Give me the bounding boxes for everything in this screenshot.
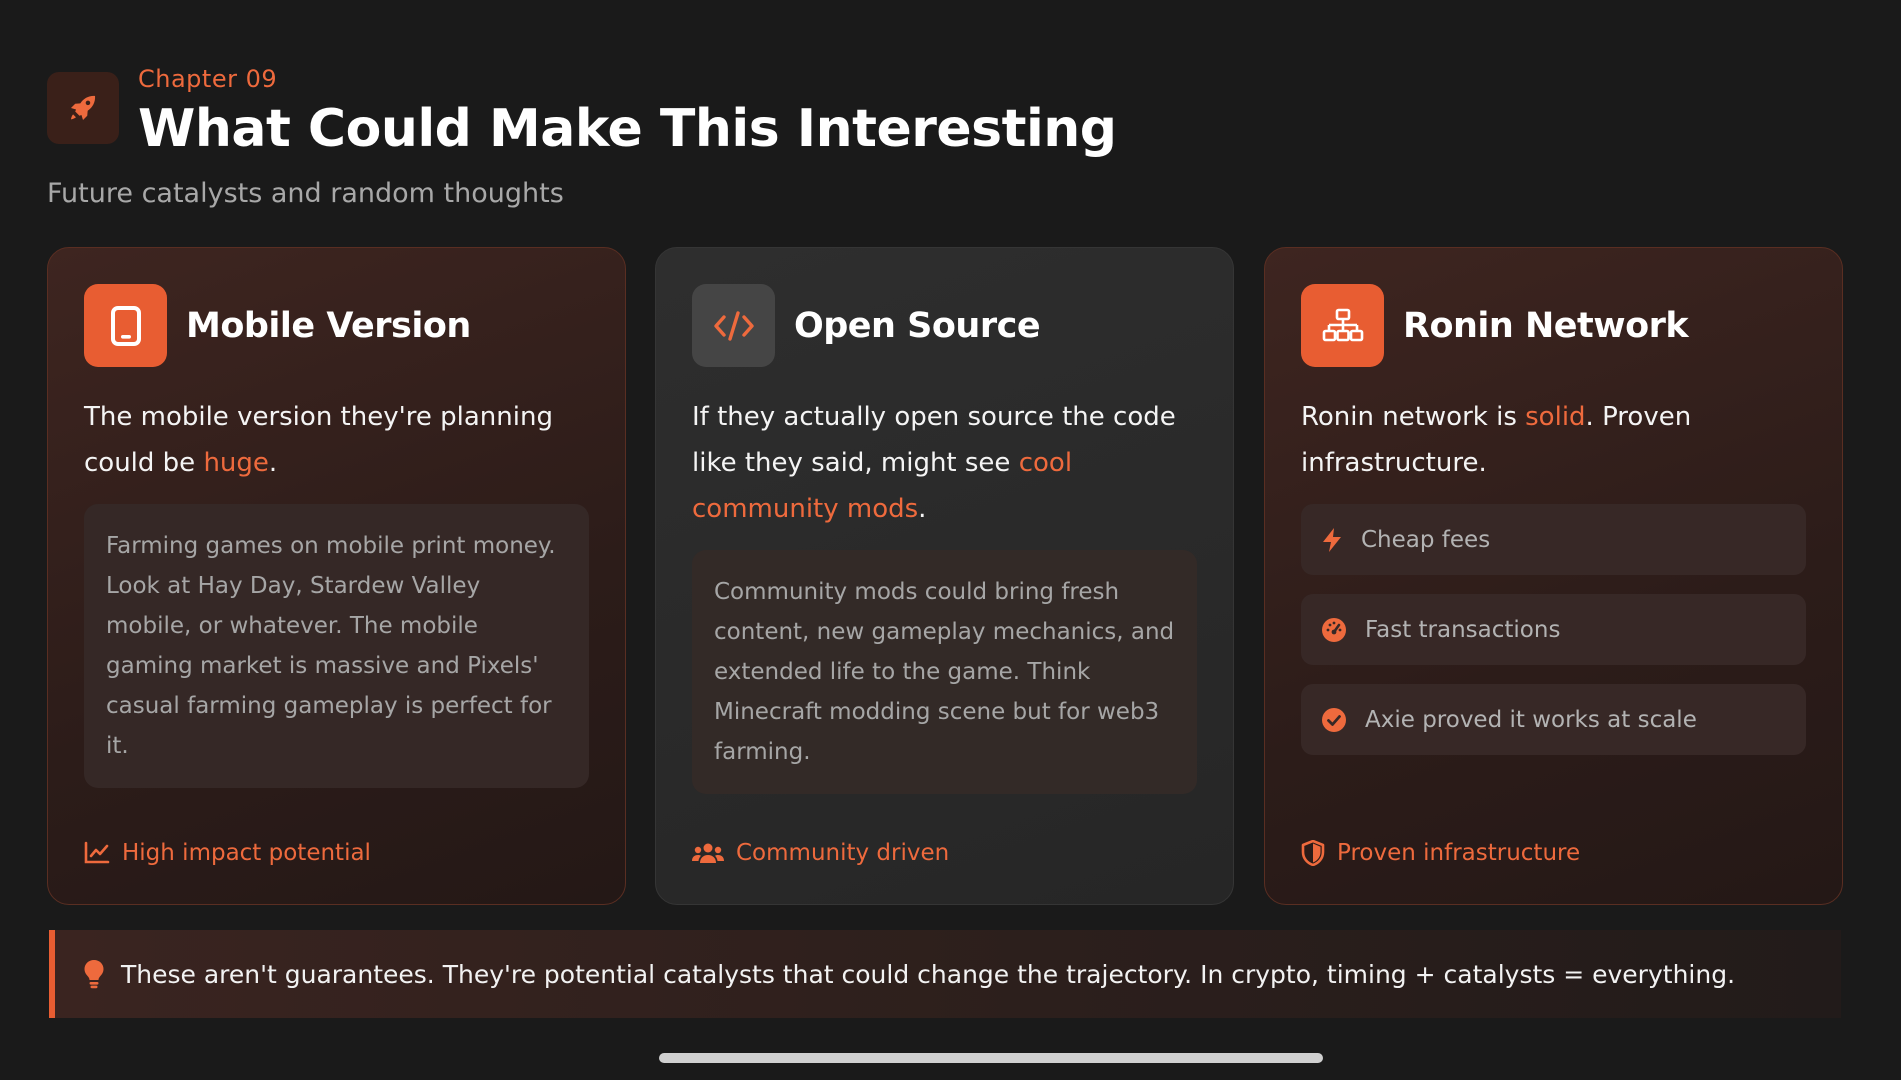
home-indicator-bar[interactable] — [659, 1053, 1323, 1063]
highlight-text: solid — [1525, 402, 1586, 432]
code-icon — [692, 284, 775, 367]
card-note: Farming games on mobile print money. Loo… — [84, 504, 589, 788]
card-lead: Ronin network is solid. Proven infrastru… — [1301, 402, 1692, 478]
banner-text: These aren't guarantees. They're potenti… — [121, 959, 1736, 989]
page-subtitle: Future catalysts and random thoughts — [47, 178, 564, 209]
feature-list: Cheap fees Fast transactions Axie proved… — [1301, 504, 1806, 755]
check-circle-icon — [1322, 707, 1346, 732]
card-title: Ronin Network — [1403, 305, 1689, 346]
network-icon — [1301, 284, 1384, 367]
card-title: Open Source — [794, 305, 1041, 346]
lightbulb-icon — [84, 960, 104, 989]
header: Chapter 09 What Could Make This Interest… — [47, 64, 1117, 160]
feature-item: Fast transactions — [1301, 594, 1806, 665]
card-lead: If they actually open source the code li… — [692, 402, 1176, 524]
speedometer-icon — [1322, 617, 1346, 642]
bolt-icon — [1323, 527, 1341, 552]
feature-item: Axie proved it works at scale — [1301, 684, 1806, 755]
page-title: What Could Make This Interesting — [138, 99, 1117, 159]
slide: Chapter 09 What Could Make This Interest… — [0, 0, 1901, 1080]
card-lead: The mobile version they're planning coul… — [84, 402, 553, 478]
card-mobile-version: Mobile Version The mobile version they'r… — [47, 247, 626, 905]
mobile-icon — [84, 284, 167, 367]
feature-item: Cheap fees — [1301, 504, 1806, 575]
card-open-source: Open Source If they actually open source… — [655, 247, 1234, 905]
card-footer: Proven infrastructure — [1301, 840, 1580, 866]
shield-icon — [1301, 840, 1325, 866]
card-footer: High impact potential — [84, 840, 371, 866]
catalyst-banner: These aren't guarantees. They're potenti… — [49, 930, 1841, 1018]
rocket-icon — [47, 72, 119, 144]
chapter-label: Chapter 09 — [138, 65, 278, 93]
highlight-text: huge — [203, 448, 269, 478]
card-title: Mobile Version — [186, 305, 471, 346]
card-ronin-network: Ronin Network Ronin network is solid. Pr… — [1264, 247, 1843, 905]
users-icon — [692, 843, 724, 863]
card-note: Community mods could bring fresh content… — [692, 550, 1197, 794]
chart-line-icon — [84, 841, 110, 864]
card-footer: Community driven — [692, 840, 949, 866]
